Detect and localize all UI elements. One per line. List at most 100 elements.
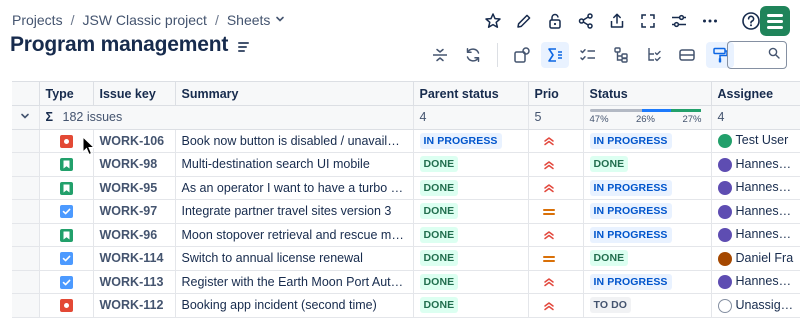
assignee-cell[interactable]: Hannes Ob	[711, 199, 800, 224]
status-cell[interactable]: TO DO	[583, 293, 712, 318]
app-logo[interactable]	[760, 6, 790, 36]
status-lozenge[interactable]: IN PROGRESS	[589, 273, 672, 290]
priority-cell[interactable]	[528, 176, 584, 200]
assignee-cell[interactable]: Test User	[711, 129, 800, 153]
breadcrumb-project[interactable]: JSW Classic project	[82, 12, 206, 28]
breadcrumb-sheets[interactable]: Sheets	[227, 12, 271, 28]
status-lozenge[interactable]: IN PROGRESS	[589, 226, 672, 243]
table-row[interactable]: WORK-113 Register with the Earth Moon Por…	[12, 270, 800, 294]
issue-summary[interactable]: Integrate partner travel sites version 3	[175, 199, 414, 224]
hierarchy-icon[interactable]	[607, 42, 635, 68]
status-lozenge[interactable]: DONE	[589, 156, 629, 173]
priority-cell[interactable]	[528, 223, 584, 247]
column-header-assignee[interactable]: Assignee	[711, 81, 800, 106]
issue-summary[interactable]: Register with the Earth Moon Port Author…	[175, 270, 414, 294]
chevron-down-icon[interactable]	[275, 14, 285, 27]
view-icon[interactable]	[508, 42, 536, 68]
lock-icon[interactable]	[542, 8, 568, 34]
card-icon[interactable]	[673, 42, 701, 68]
status-cell[interactable]: IN PROGRESS	[583, 270, 712, 294]
table-row[interactable]: WORK-114 Switch to annual license renewal…	[12, 246, 800, 271]
status-cell[interactable]: IN PROGRESS	[583, 129, 712, 153]
export-icon[interactable]	[604, 8, 630, 34]
issue-summary[interactable]: Moon stopover retrieval and rescue missi…	[175, 223, 414, 247]
progress-segment-todo	[589, 109, 643, 113]
title-menu-icon[interactable]	[238, 41, 250, 52]
priority-cell[interactable]	[528, 129, 584, 153]
status-cell[interactable]: IN PROGRESS	[583, 176, 712, 200]
hierarchy-check-icon[interactable]	[640, 42, 668, 68]
status-cell[interactable]: DONE	[583, 246, 712, 271]
column-header-summary[interactable]: Summary	[175, 81, 414, 106]
header-row: Type Issue key Summary Parent status Pri…	[12, 81, 800, 106]
priority-cell[interactable]	[528, 199, 584, 224]
table-row[interactable]: WORK-95 As an operator I want to have a t…	[12, 176, 800, 200]
table-row[interactable]: WORK-96 Moon stopover retrieval and rescu…	[12, 223, 800, 247]
issue-summary[interactable]: Multi-destination search UI mobile	[175, 152, 414, 177]
status-cell[interactable]: IN PROGRESS	[583, 223, 712, 247]
task-icon	[59, 275, 73, 289]
status-lozenge[interactable]: DONE	[589, 250, 629, 267]
table-row[interactable]: WORK-97 Integrate partner travel sites ve…	[12, 199, 800, 224]
issue-summary[interactable]: Book now button is disabled / unavailabl…	[175, 129, 414, 153]
assignee-cell[interactable]: Hannes Ob	[711, 176, 800, 200]
assignee-cell[interactable]: Hannes Ob	[711, 223, 800, 247]
issue-summary[interactable]: As an operator I want to have a turbo bu…	[175, 176, 414, 200]
priority-cell[interactable]	[528, 246, 584, 271]
collapse-rows-icon[interactable]	[426, 42, 454, 68]
column-header-prio[interactable]: Prio	[528, 81, 584, 106]
issue-key[interactable]: WORK-96	[93, 223, 176, 247]
issue-key[interactable]: WORK-98	[93, 152, 176, 177]
issue-key[interactable]: WORK-95	[93, 176, 176, 200]
issue-key[interactable]: WORK-97	[93, 199, 176, 224]
avatar	[717, 157, 732, 172]
priority-cell[interactable]	[528, 270, 584, 294]
issue-count: 182 issues	[62, 110, 123, 125]
share-icon[interactable]	[573, 8, 599, 34]
status-cell[interactable]: IN PROGRESS	[583, 199, 712, 224]
status-lozenge[interactable]: IN PROGRESS	[589, 179, 672, 196]
column-header-type[interactable]: Type	[39, 81, 94, 106]
fullscreen-icon[interactable]	[635, 8, 661, 34]
issue-summary[interactable]: Switch to annual license renewal	[175, 246, 414, 271]
edit-icon[interactable]	[511, 8, 537, 34]
search-icon[interactable]	[768, 46, 780, 64]
settings-sliders-icon[interactable]	[666, 8, 692, 34]
column-header-parent-status[interactable]: Parent status	[413, 81, 529, 106]
assignee-cell[interactable]: Unassigne	[711, 293, 800, 318]
issue-key[interactable]: WORK-112	[93, 293, 176, 318]
status-lozenge[interactable]: IN PROGRESS	[589, 132, 672, 149]
priority-cell[interactable]	[528, 293, 584, 318]
issue-key[interactable]: WORK-114	[93, 246, 176, 271]
table-row[interactable]: WORK-98 Multi-destination search UI mobil…	[12, 152, 800, 177]
status-lozenge[interactable]: IN PROGRESS	[589, 203, 672, 220]
status-progress-bar: 47% 26% 27%	[589, 109, 702, 125]
star-icon[interactable]	[480, 8, 506, 34]
assignee-name: Hannes Ob	[735, 156, 799, 171]
table-row[interactable]: WORK-112 Booking app incident (second tim…	[12, 293, 800, 318]
sum-icon[interactable]	[541, 42, 569, 68]
refresh-icon[interactable]	[459, 42, 487, 68]
column-header-status[interactable]: Status	[583, 81, 712, 106]
column-header-key[interactable]: Issue key	[93, 81, 176, 106]
issues-sheet: Type Issue key Summary Parent status Pri…	[12, 81, 800, 318]
assignee-cell[interactable]: Hannes Ob	[711, 152, 800, 177]
breadcrumb-projects[interactable]: Projects	[12, 12, 63, 28]
checklist-icon[interactable]	[574, 42, 602, 68]
issue-key[interactable]: WORK-113	[93, 270, 176, 294]
status-lozenge[interactable]: TO DO	[589, 297, 632, 314]
issue-summary[interactable]: Booking app incident (second time)	[175, 293, 414, 318]
breadcrumb-separator: /	[214, 12, 219, 28]
summary-status-progress: 47% 26% 27%	[583, 105, 712, 130]
chevron-down-icon[interactable]	[20, 110, 30, 124]
table-row[interactable]: WORK-106 Book now button is disabled / un…	[12, 129, 800, 153]
status-cell[interactable]: DONE	[583, 152, 712, 177]
collapse-toggle[interactable]	[12, 105, 40, 130]
issue-key[interactable]: WORK-106	[93, 129, 176, 153]
assignee-cell[interactable]: Daniel Fra	[711, 246, 800, 271]
priority-cell[interactable]	[528, 152, 584, 177]
assignee-cell[interactable]: Hannes Ob	[711, 270, 800, 294]
more-icon[interactable]	[697, 8, 723, 34]
page-title: Program management	[10, 33, 229, 56]
search-input[interactable]	[727, 41, 787, 69]
